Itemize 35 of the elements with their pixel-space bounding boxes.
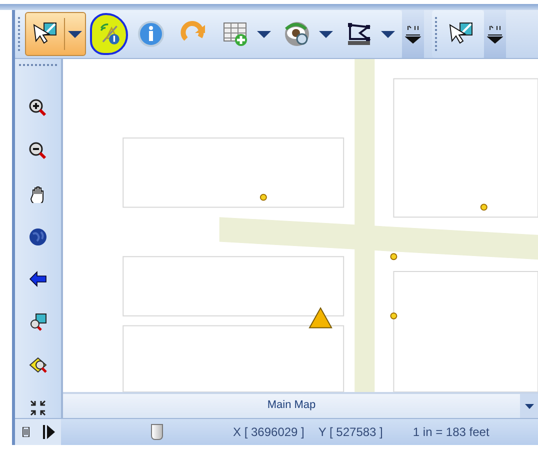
- caret-icon: [319, 30, 333, 38]
- toolbar-grip[interactable]: [434, 16, 438, 52]
- zoom-out-icon: [29, 142, 47, 160]
- info-icon: [136, 19, 166, 49]
- eye-icon: [282, 19, 312, 49]
- expand-arrow-icon[interactable]: [42, 425, 54, 439]
- map-tool-button[interactable]: [28, 269, 48, 290]
- overflow-icon: [487, 24, 503, 44]
- toolbar-options-button[interactable]: [402, 10, 424, 58]
- tab-dropdown-button[interactable]: [520, 394, 538, 418]
- slider-handle[interactable]: [151, 424, 163, 440]
- toolbar-grip[interactable]: [17, 16, 21, 52]
- toolbar-options-button[interactable]: [484, 10, 506, 58]
- back-arrow-icon: [29, 270, 47, 288]
- full-extent-icon: [29, 399, 47, 418]
- map-tool-button[interactable]: [28, 355, 48, 376]
- map-tool-button[interactable]: [28, 312, 48, 332]
- tool-button[interactable]: [90, 13, 128, 55]
- x-coordinate: X [ 3696029 ]: [233, 425, 304, 439]
- caret-icon: [257, 30, 271, 38]
- y-coordinate: Y [ 527583 ]: [318, 425, 383, 439]
- caret-icon: [524, 404, 534, 408]
- map-tool-button[interactable]: [28, 226, 48, 246]
- map-tool-button[interactable]: [28, 98, 48, 118]
- zoom-layer-icon: [29, 356, 47, 374]
- zoom-selection-icon: [29, 313, 47, 332]
- map-tool-button[interactable]: [28, 398, 48, 418]
- caret-icon: [68, 30, 82, 38]
- globe-icon: [29, 228, 47, 246]
- map-scale: 1 in = 183 feet: [412, 425, 490, 439]
- caret-icon: [381, 30, 395, 38]
- toolbar-grip[interactable]: [18, 63, 58, 67]
- zoom-in-icon: [29, 98, 47, 117]
- map-tool-button[interactable]: [28, 140, 48, 161]
- overflow-icon: [405, 24, 421, 44]
